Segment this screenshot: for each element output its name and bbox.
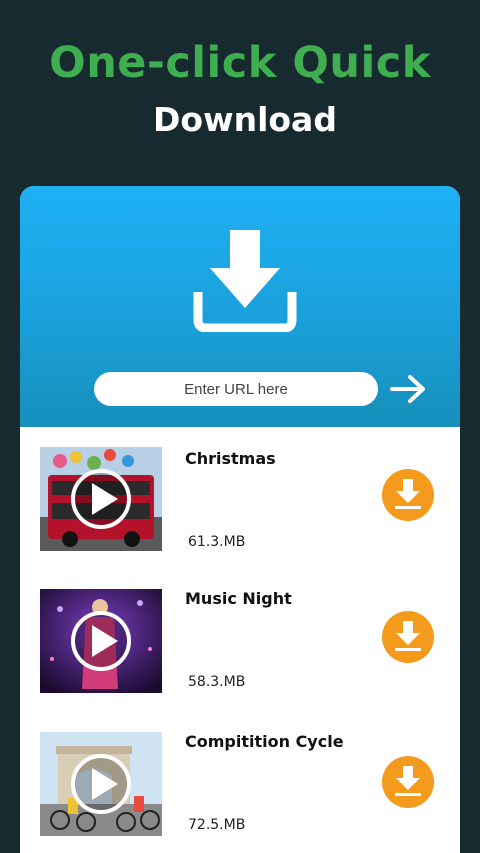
download-banner: [20, 186, 460, 427]
list-item[interactable]: Christmas 61.3.MB: [20, 427, 460, 551]
video-title: Christmas: [185, 449, 276, 468]
headline: One-click Quick: [49, 38, 431, 88]
download-icon: [395, 479, 421, 509]
list-item[interactable]: Compitition Cycle 72.5.MB: [20, 712, 460, 836]
download-button[interactable]: [382, 611, 434, 663]
video-thumbnail[interactable]: [40, 589, 162, 693]
play-icon: [71, 754, 131, 814]
url-input[interactable]: [94, 372, 378, 406]
video-title: Music Night: [185, 589, 292, 608]
play-icon: [71, 611, 131, 671]
download-card: Christmas 61.3.MB: [20, 186, 460, 853]
subline: Download: [153, 100, 337, 139]
download-icon: [395, 621, 421, 651]
video-title: Compitition Cycle: [185, 732, 344, 751]
download-button[interactable]: [382, 469, 434, 521]
file-size: 72.5.MB: [188, 817, 246, 833]
file-size: 61.3.MB: [188, 534, 246, 550]
download-button[interactable]: [382, 756, 434, 808]
list-item[interactable]: Music Night 58.3.MB: [20, 569, 460, 693]
download-icon: [395, 766, 421, 796]
video-thumbnail[interactable]: [40, 732, 162, 836]
arrow-right-icon[interactable]: [390, 373, 428, 405]
file-size: 58.3.MB: [188, 674, 246, 690]
play-icon: [71, 469, 131, 529]
video-thumbnail[interactable]: [40, 447, 162, 551]
download-icon: [193, 230, 297, 332]
